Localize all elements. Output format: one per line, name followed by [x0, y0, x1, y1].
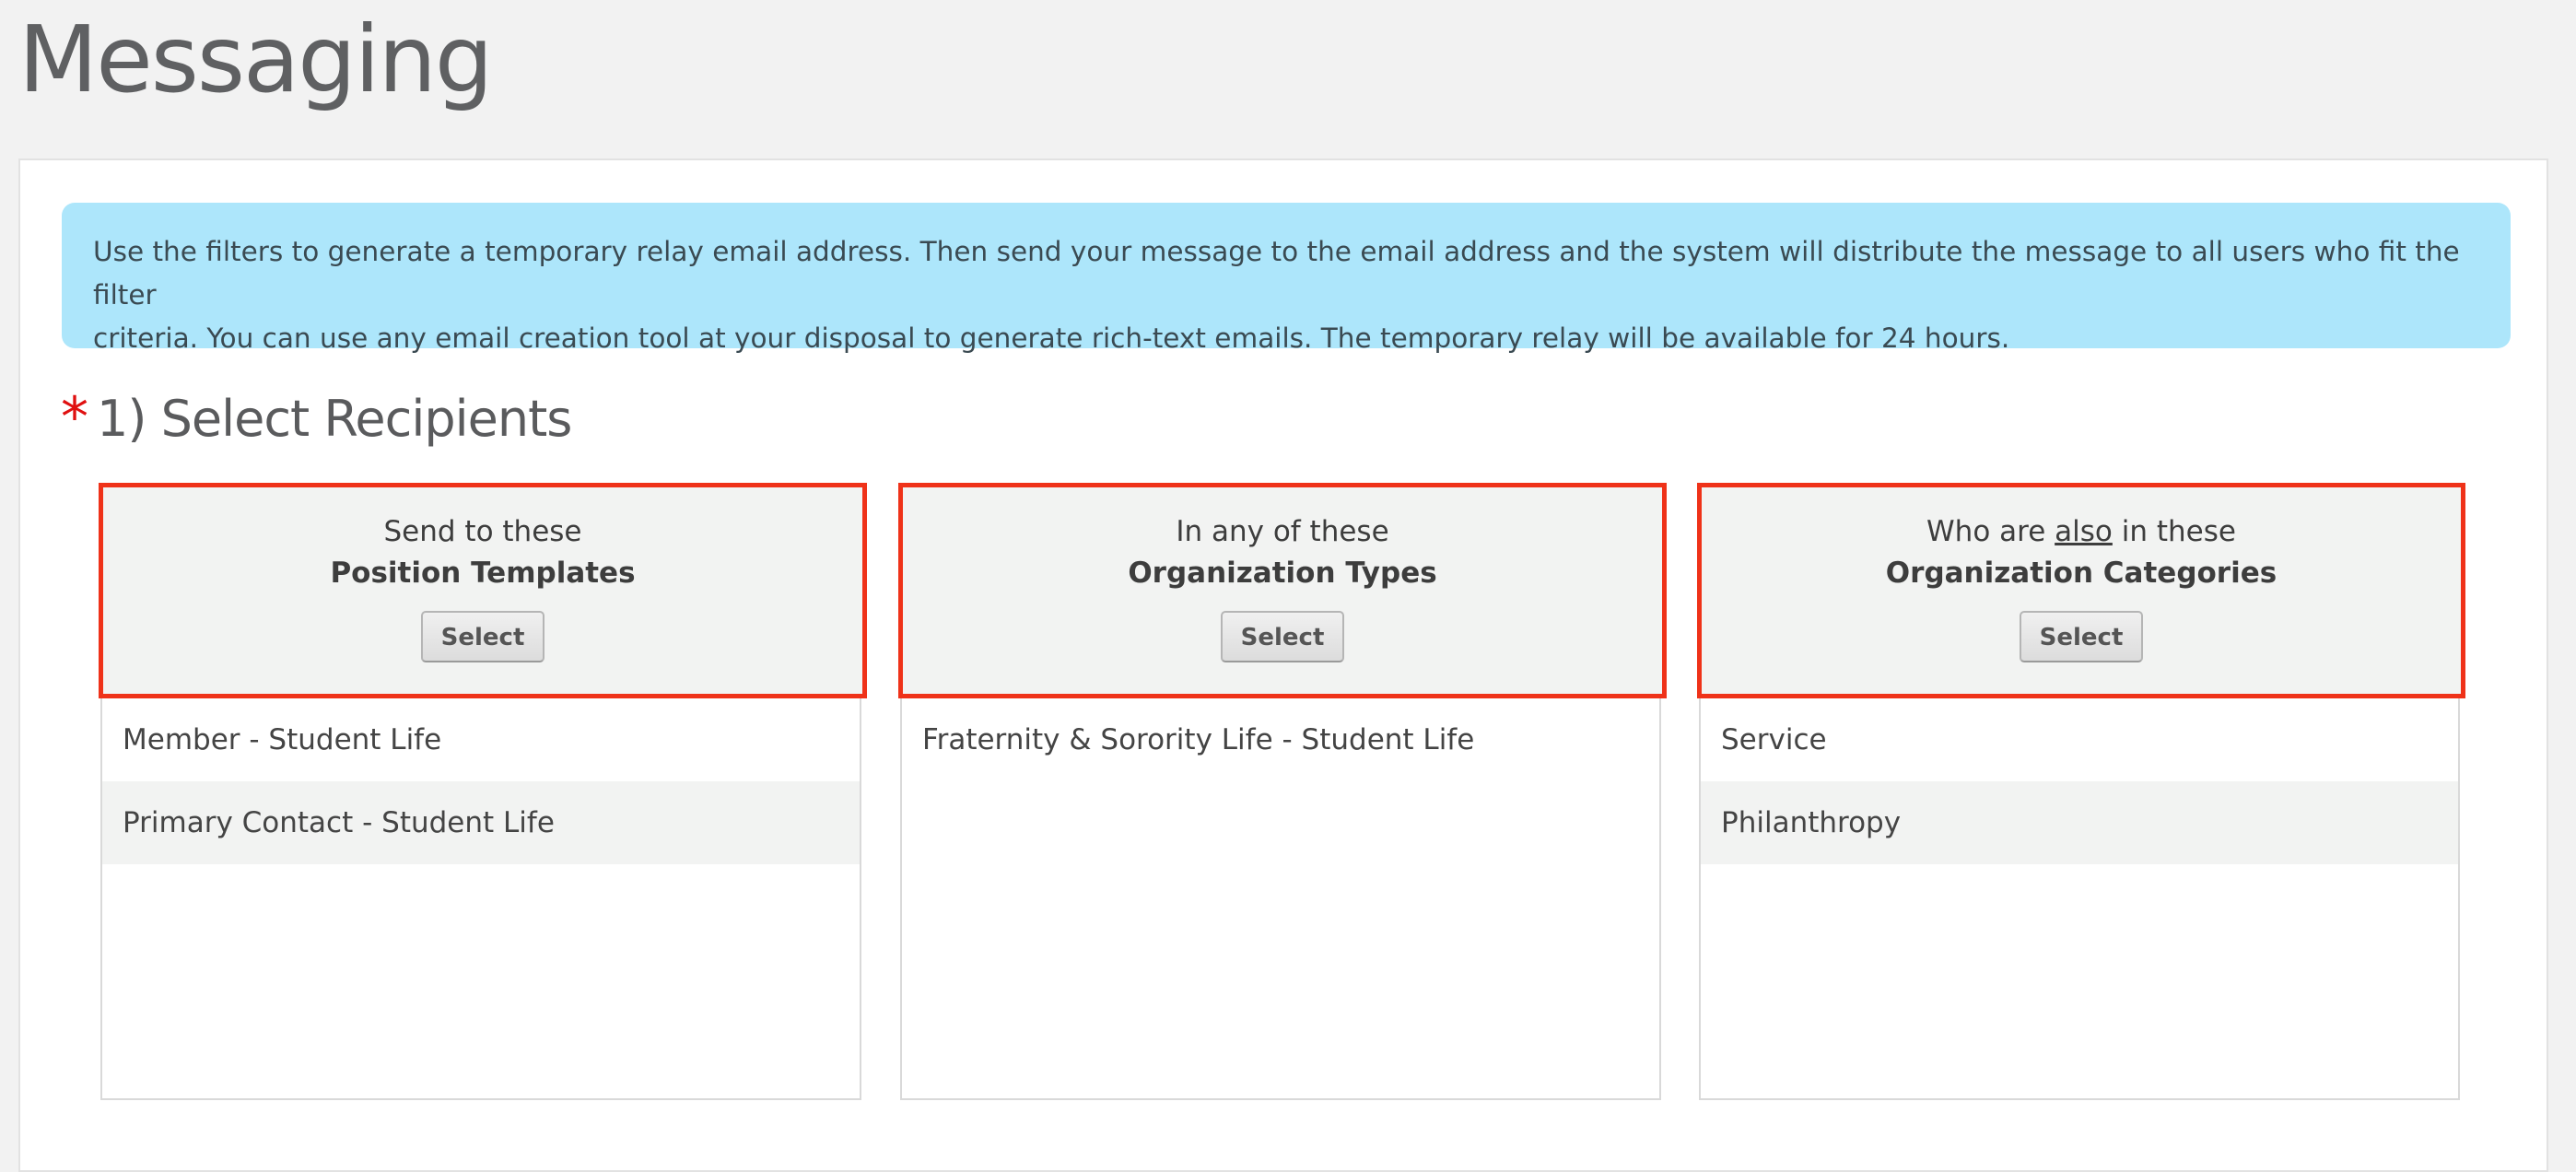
list-item: Primary Contact - Student Life	[102, 781, 860, 864]
list-item: Fraternity & Sorority Life - Student Lif…	[922, 723, 1475, 756]
select-position-templates-button[interactable]: Select	[421, 611, 544, 662]
filter-header: Send to these Position Templates Select	[99, 483, 867, 698]
filter-intro: Send to these	[383, 515, 582, 548]
section-heading-text: 1) Select Recipients	[97, 390, 572, 448]
filter-header: Who are also in these Organization Categ…	[1697, 483, 2465, 698]
filter-header: In any of these Organization Types Selec…	[898, 483, 1667, 698]
select-organization-types-button[interactable]: Select	[1221, 611, 1344, 662]
list-item: Member - Student Life	[123, 723, 442, 756]
info-text-line-1: Use the filters to generate a temporary …	[93, 236, 2460, 311]
filter-title: Position Templates	[330, 557, 636, 590]
required-marker: *	[61, 385, 88, 450]
selected-items-list: Fraternity & Sorority Life - Student Lif…	[902, 698, 1659, 781]
list-item: Philanthropy	[1701, 781, 2458, 864]
selected-items-list: Service Philanthropy	[1701, 698, 2458, 864]
messaging-panel: Use the filters to generate a temporary …	[18, 158, 2548, 1172]
selected-items-list: Member - Student Life Primary Contact - …	[102, 698, 860, 864]
select-recipients-heading: * 1) Select Recipients	[61, 385, 572, 451]
filter-title: Organization Types	[1128, 557, 1437, 590]
page-title: Messaging	[18, 6, 493, 113]
organization-categories-filter: Who are also in these Organization Categ…	[1697, 483, 2465, 1100]
list-item: Service	[1721, 723, 1827, 756]
organization-types-filter: In any of these Organization Types Selec…	[898, 483, 1667, 1100]
select-organization-categories-button[interactable]: Select	[2020, 611, 2143, 662]
position-templates-filter: Send to these Position Templates Select …	[99, 483, 867, 1100]
filter-title: Organization Categories	[1885, 557, 2277, 590]
emphasis-also: also	[2055, 515, 2113, 548]
filter-intro: In any of these	[1176, 515, 1389, 548]
info-alert: Use the filters to generate a temporary …	[62, 203, 2511, 354]
info-text-line-2: criteria. You can use any email creation…	[93, 322, 2010, 354]
filter-intro: Who are also in these	[1926, 515, 2236, 548]
